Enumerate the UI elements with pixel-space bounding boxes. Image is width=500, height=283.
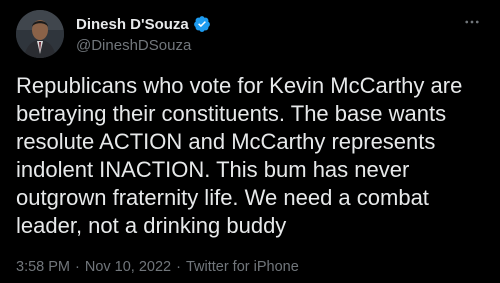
avatar-image <box>16 10 64 58</box>
meta-separator: · <box>176 259 181 275</box>
author-names: Dinesh D'Souza @DineshDSouza <box>76 14 211 54</box>
tweet-card: Dinesh D'Souza @DineshDSouza Republicans… <box>0 0 500 283</box>
tweet-header: Dinesh D'Souza @DineshDSouza <box>16 10 484 58</box>
tweet-source[interactable]: Twitter for iPhone <box>186 259 299 275</box>
meta-separator: · <box>75 259 80 275</box>
name-row: Dinesh D'Souza <box>76 14 211 34</box>
tweet-time[interactable]: 3:58 PM <box>16 259 70 275</box>
verified-badge-icon <box>193 15 211 33</box>
tweet-date[interactable]: Nov 10, 2022 <box>85 259 171 275</box>
display-name[interactable]: Dinesh D'Souza <box>76 16 189 33</box>
avatar[interactable] <box>16 10 64 58</box>
tweet-meta: 3:58 PM · Nov 10, 2022 · Twitter for iPh… <box>16 259 299 275</box>
tweet-text: Republicans who vote for Kevin McCarthy … <box>16 73 463 238</box>
author-handle[interactable]: @DineshDSouza <box>76 37 211 54</box>
more-dots-icon[interactable] <box>460 12 484 32</box>
